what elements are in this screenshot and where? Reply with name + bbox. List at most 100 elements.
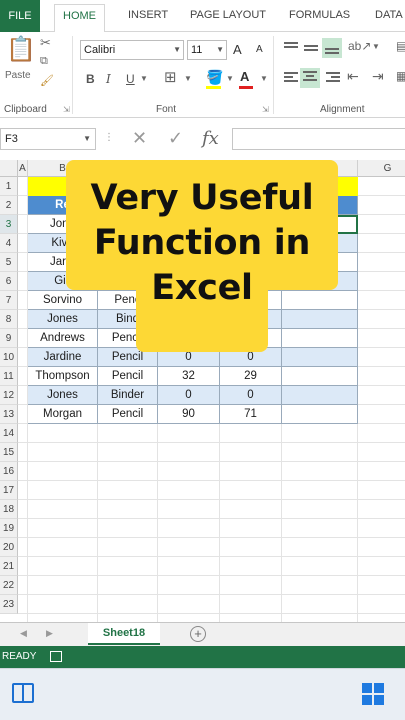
shrink-font-icon[interactable]: A <box>256 45 263 55</box>
row-header[interactable]: 9 <box>0 329 18 348</box>
wrap-text-icon[interactable]: ▤ <box>396 40 405 52</box>
row-header[interactable]: 14 <box>0 424 18 443</box>
increase-indent-icon[interactable]: ⇥ <box>372 69 384 83</box>
chevron-down-icon[interactable]: ▼ <box>226 75 234 83</box>
enter-icon[interactable]: ✓ <box>168 128 183 149</box>
row-header[interactable]: 6 <box>0 272 18 291</box>
row-header[interactable]: 8 <box>0 310 18 329</box>
table-cell[interactable]: 29 <box>220 367 282 386</box>
fill-color-icon[interactable]: 🪣 <box>206 70 223 84</box>
formula-input[interactable] <box>232 128 405 150</box>
table-cell[interactable]: 0 <box>220 386 282 405</box>
table-cell[interactable]: Pencil <box>98 367 158 386</box>
table-cell[interactable]: Morgan <box>28 405 98 424</box>
sheet-next-icon[interactable]: ▶ <box>46 628 53 639</box>
task-view-icon[interactable] <box>12 683 34 703</box>
column-header[interactable]: A <box>18 160 28 177</box>
font-launcher-icon[interactable]: ⇲ <box>262 105 269 114</box>
tab-home[interactable]: HOME <box>54 4 105 33</box>
table-cell[interactable] <box>282 367 358 386</box>
row-header[interactable]: 18 <box>0 500 18 519</box>
select-all-corner[interactable] <box>0 160 18 177</box>
table-cell[interactable]: 71 <box>220 405 282 424</box>
cancel-icon[interactable]: ✕ <box>132 128 147 149</box>
row-header[interactable]: 10 <box>0 348 18 367</box>
tab-insert[interactable]: INSERT <box>128 9 168 21</box>
tab-formulas[interactable]: FORMULAS <box>289 9 350 21</box>
table-cell[interactable] <box>282 329 358 348</box>
row-header[interactable]: 23 <box>0 595 18 614</box>
row-header[interactable]: 15 <box>0 443 18 462</box>
table-cell[interactable] <box>282 405 358 424</box>
row-header[interactable]: 22 <box>0 576 18 595</box>
copy-icon[interactable]: ⧉ <box>40 56 48 67</box>
sheet-prev-icon[interactable]: ◀ <box>20 628 27 639</box>
cut-icon[interactable]: ✂ <box>40 36 51 49</box>
table-cell[interactable]: Binder <box>98 386 158 405</box>
add-sheet-icon[interactable]: + <box>190 626 206 642</box>
align-center-icon[interactable] <box>300 68 320 88</box>
row-header[interactable]: 3 <box>0 215 18 234</box>
row-header[interactable]: 4 <box>0 234 18 253</box>
tab-file[interactable]: FILE <box>0 0 40 32</box>
row-header[interactable]: 12 <box>0 386 18 405</box>
tab-data[interactable]: DATA <box>375 9 403 21</box>
row-header[interactable]: 1 <box>0 177 18 196</box>
table-cell[interactable] <box>282 348 358 367</box>
table-cell[interactable]: Jones <box>28 310 98 329</box>
row-header[interactable]: 20 <box>0 538 18 557</box>
table-cell[interactable]: Andrews <box>28 329 98 348</box>
format-painter-icon[interactable]: 🖌 <box>40 76 54 87</box>
row-header[interactable]: 16 <box>0 462 18 481</box>
row-header[interactable]: 21 <box>0 557 18 576</box>
paste-icon[interactable]: 📋 <box>6 38 36 62</box>
orientation-icon[interactable]: ab↗ <box>348 40 371 52</box>
borders-icon[interactable]: ⊞ <box>164 70 177 85</box>
font-color-icon[interactable]: A <box>240 70 249 83</box>
chevron-down-icon[interactable]: ▼ <box>260 75 268 83</box>
insert-function-icon[interactable]: fx <box>202 128 219 149</box>
macro-record-icon[interactable] <box>50 651 62 662</box>
align-right-icon[interactable] <box>325 70 341 86</box>
font-size-select[interactable]: 11 ▼ <box>187 40 227 60</box>
sheet-tab-active[interactable]: Sheet18 <box>88 623 160 645</box>
chevron-down-icon[interactable]: ▼ <box>372 43 380 51</box>
row-header[interactable]: 13 <box>0 405 18 424</box>
grow-font-icon[interactable]: A <box>233 43 242 56</box>
table-cell[interactable]: 90 <box>158 405 220 424</box>
row-header[interactable]: 17 <box>0 481 18 500</box>
table-cell[interactable]: Pencil <box>98 405 158 424</box>
merge-center-icon[interactable]: ▦ <box>396 70 405 82</box>
underline-button[interactable]: U <box>126 72 135 86</box>
row-header[interactable]: 5 <box>0 253 18 272</box>
table-cell[interactable] <box>282 310 358 329</box>
windows-start-icon[interactable] <box>362 683 384 705</box>
row-header[interactable]: 7 <box>0 291 18 310</box>
row-header[interactable]: 11 <box>0 367 18 386</box>
name-box[interactable]: F3 ▼ <box>0 128 96 150</box>
align-left-icon[interactable] <box>283 70 299 86</box>
table-cell[interactable]: Jardine <box>28 348 98 367</box>
chevron-down-icon: ▼ <box>173 45 181 54</box>
top-align-icon[interactable] <box>283 40 299 56</box>
table-cell[interactable]: Thompson <box>28 367 98 386</box>
paste-label[interactable]: Paste <box>5 70 31 81</box>
formula-bar-splitter[interactable]: ⋮ <box>104 132 115 143</box>
tab-page-layout[interactable]: PAGE LAYOUT <box>190 9 266 21</box>
table-cell[interactable]: Jones <box>28 386 98 405</box>
middle-align-icon[interactable] <box>303 40 319 56</box>
table-cell[interactable]: 0 <box>158 386 220 405</box>
bottom-align-icon[interactable] <box>322 38 342 58</box>
chevron-down-icon[interactable]: ▼ <box>184 75 192 83</box>
table-cell[interactable]: 32 <box>158 367 220 386</box>
italic-button[interactable]: I <box>106 72 111 86</box>
row-header[interactable]: 2 <box>0 196 18 215</box>
clipboard-launcher-icon[interactable]: ⇲ <box>63 105 70 114</box>
column-header[interactable]: G <box>358 160 405 177</box>
table-cell[interactable] <box>282 386 358 405</box>
bold-button[interactable]: B <box>86 72 95 86</box>
font-name-select[interactable]: Calibri ▼ <box>80 40 184 60</box>
row-header[interactable]: 19 <box>0 519 18 538</box>
chevron-down-icon[interactable]: ▼ <box>140 75 148 83</box>
decrease-indent-icon[interactable]: ⇤ <box>347 69 359 83</box>
